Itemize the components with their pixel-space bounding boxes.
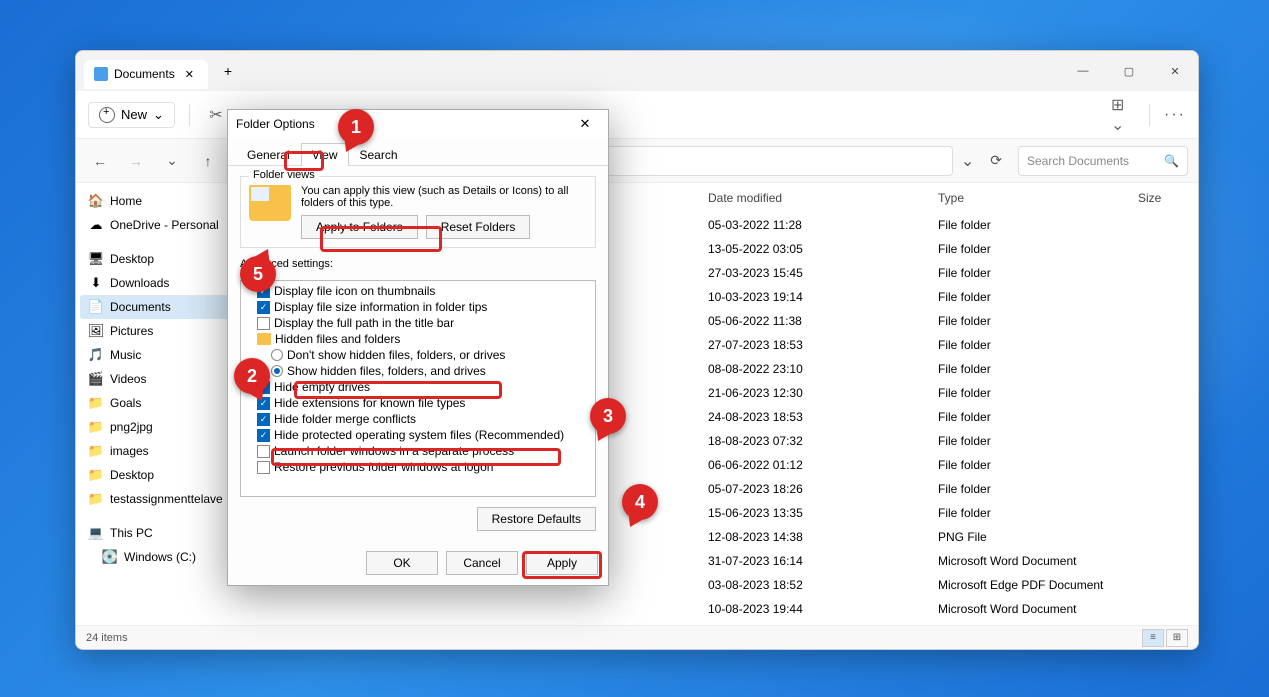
checkbox-icon[interactable] — [257, 445, 270, 458]
desktop-icon: 🖥 — [88, 251, 104, 267]
advanced-settings-tree[interactable]: ✓Display file icon on thumbnails ✓Displa… — [240, 280, 596, 497]
more-options-button[interactable]: ··· — [1164, 106, 1186, 124]
documents-icon: 📄 — [88, 299, 104, 315]
grid-view-button[interactable]: ⊞ — [1166, 629, 1188, 647]
setting-file-size-tips[interactable]: ✓Display file size information in folder… — [243, 299, 593, 315]
folder-views-icon — [249, 185, 291, 221]
setting-hide-extensions[interactable]: ✓Hide extensions for known file types — [243, 395, 593, 411]
setting-launch-separate-process[interactable]: Launch folder windows in a separate proc… — [243, 443, 593, 459]
dialog-titlebar: Folder Options ✕ — [228, 110, 608, 138]
checkbox-icon[interactable]: ✓ — [257, 429, 270, 442]
setting-full-path-titlebar[interactable]: Display the full path in the title bar — [243, 315, 593, 331]
checkbox-icon[interactable] — [257, 317, 270, 330]
setting-hide-protected-os-files[interactable]: ✓Hide protected operating system files (… — [243, 427, 593, 443]
folder-icon: 📁 — [88, 467, 104, 483]
refresh-button[interactable]: ⟳ — [982, 148, 1010, 173]
pc-icon: 💻 — [88, 525, 104, 541]
titlebar: Documents ✕ + — ▢ ✕ — [76, 51, 1198, 91]
view-dropdown[interactable]: ⊞ ⌄ — [1111, 103, 1135, 127]
checkbox-icon[interactable]: ✓ — [257, 397, 270, 410]
documents-icon — [94, 67, 108, 81]
setting-hide-empty-drives[interactable]: ✓Hide empty drives — [243, 379, 593, 395]
maximize-button[interactable]: ▢ — [1106, 55, 1152, 87]
details-view-button[interactable]: ≡ — [1142, 629, 1164, 647]
setting-dont-show-hidden[interactable]: Don't show hidden files, folders, or dri… — [243, 347, 593, 363]
tab-row: General View Search — [228, 138, 608, 166]
folder-icon: 📁 — [88, 419, 104, 435]
tab-view[interactable]: View — [301, 143, 349, 166]
checkbox-icon[interactable]: ✓ — [257, 381, 270, 394]
apply-to-folders-button[interactable]: Apply to Folders — [301, 215, 418, 239]
up-button[interactable]: ↑ — [194, 147, 222, 175]
folder-icon — [257, 333, 271, 345]
folder-options-dialog: Folder Options ✕ General View Search Fol… — [227, 109, 609, 586]
restore-defaults-button[interactable]: Restore Defaults — [477, 507, 596, 531]
file-row[interactable]: 10-08-2023 19:44Microsoft Word Document — [276, 597, 1198, 621]
setting-hide-merge-conflicts[interactable]: ✓Hide folder merge conflicts — [243, 411, 593, 427]
ok-button[interactable]: OK — [366, 551, 438, 575]
folder-views-text: You can apply this view (such as Details… — [301, 185, 587, 209]
status-bar: 24 items ≡ ⊞ — [76, 625, 1198, 649]
checkbox-icon[interactable] — [257, 461, 270, 474]
disk-icon: 💽 — [102, 549, 118, 565]
group-label: Folder views — [249, 169, 319, 181]
close-window-button[interactable]: ✕ — [1152, 55, 1198, 87]
home-icon: 🏠 — [88, 193, 104, 209]
videos-icon: 🎬 — [88, 371, 104, 387]
radio-icon[interactable] — [271, 365, 283, 377]
checkbox-icon[interactable]: ✓ — [257, 413, 270, 426]
search-icon: 🔍 — [1164, 154, 1179, 168]
music-icon: 🎵 — [88, 347, 104, 363]
search-placeholder: Search Documents — [1027, 154, 1129, 168]
forward-button[interactable]: → — [122, 147, 150, 175]
dialog-title: Folder Options — [236, 117, 315, 131]
chevron-down-icon: ⌄ — [153, 107, 164, 123]
setting-show-hidden[interactable]: Show hidden files, folders, and drives — [243, 363, 593, 379]
recent-dropdown[interactable]: ⌄ — [158, 147, 186, 175]
back-button[interactable]: ← — [86, 147, 114, 175]
new-tab-button[interactable]: + — [216, 59, 240, 83]
item-count: 24 items — [86, 632, 128, 644]
minimize-button[interactable]: — — [1060, 55, 1106, 87]
tab-title: Documents — [114, 67, 175, 81]
reset-folders-button[interactable]: Reset Folders — [426, 215, 531, 239]
folder-icon: 📁 — [88, 395, 104, 411]
apply-button[interactable]: Apply — [526, 551, 598, 575]
pictures-icon: 🖼 — [88, 323, 104, 339]
plus-icon — [99, 107, 115, 123]
col-date[interactable]: Date modified — [704, 189, 934, 207]
browser-tab[interactable]: Documents ✕ — [84, 60, 208, 89]
new-button[interactable]: New ⌄ — [88, 102, 175, 128]
tab-general[interactable]: General — [236, 143, 301, 166]
col-type[interactable]: Type — [934, 189, 1134, 207]
radio-icon[interactable] — [271, 349, 283, 361]
close-tab-icon[interactable]: ✕ — [181, 66, 198, 83]
downloads-icon: ⬇ — [88, 275, 104, 291]
checkbox-icon[interactable]: ✓ — [257, 301, 270, 314]
tab-search[interactable]: Search — [349, 143, 409, 166]
dialog-close-button[interactable]: ✕ — [570, 112, 600, 136]
cancel-button[interactable]: Cancel — [446, 551, 518, 575]
folder-views-group: Folder views You can apply this view (su… — [240, 176, 596, 248]
cut-icon[interactable]: ✂ — [204, 103, 228, 127]
checkbox-icon[interactable]: ✓ — [257, 285, 270, 298]
search-input[interactable]: Search Documents 🔍 — [1018, 146, 1188, 176]
setting-restore-previous[interactable]: Restore previous folder windows at logon — [243, 459, 593, 475]
folder-icon: 📁 — [88, 491, 104, 507]
address-dropdown-icon[interactable]: ⌄ — [961, 151, 974, 171]
advanced-settings-label: Advanced settings: — [240, 258, 596, 270]
onedrive-icon: ☁ — [88, 217, 104, 233]
new-label: New — [121, 107, 147, 122]
folder-icon: 📁 — [88, 443, 104, 459]
col-size[interactable]: Size — [1134, 189, 1198, 207]
setting-hidden-files-folder[interactable]: Hidden files and folders — [243, 331, 593, 347]
setting-file-icon-thumbnails[interactable]: ✓Display file icon on thumbnails — [243, 283, 593, 299]
